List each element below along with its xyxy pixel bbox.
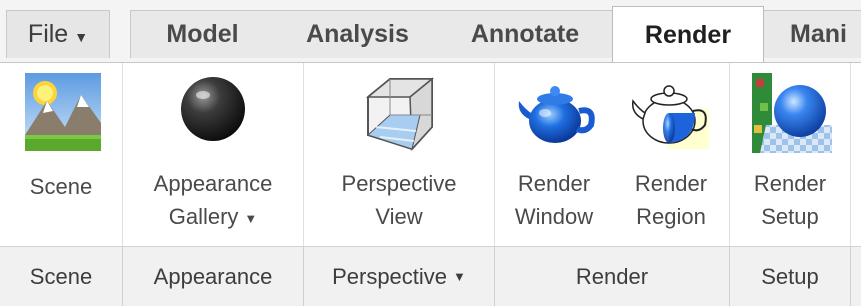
chevron-down-icon: ▼ — [244, 210, 258, 226]
teapot-region-icon — [631, 85, 709, 149]
appearance-gallery-button[interactable]: Appearance Gallery ▼ — [123, 63, 303, 247]
ribbon-tab-strip: File ▼ Model Analysis Annotate Render Ma… — [0, 0, 861, 64]
render-setup-sphere-icon — [752, 73, 832, 153]
group-label-scene: Scene — [29, 263, 93, 289]
render-setup-label: Render Setup — [753, 171, 827, 229]
perspective-view-label: Perspective View — [341, 171, 457, 229]
render-region-label: Render Region — [634, 171, 708, 229]
group-label-render: Render — [575, 263, 649, 289]
group-label-setup: Setup — [761, 263, 819, 289]
teapot-icon — [518, 86, 595, 143]
render-setup-button[interactable]: Render Setup — [730, 63, 850, 247]
tab-render[interactable]: Render — [612, 6, 764, 64]
perspective-cube-icon — [365, 77, 435, 151]
file-menu-button[interactable]: File ▼ — [6, 10, 110, 58]
chevron-down-icon: ▼ — [453, 269, 466, 284]
appearance-sphere-icon — [181, 77, 245, 141]
tab-manikin[interactable]: Mani — [768, 10, 861, 58]
file-menu-label: File — [27, 20, 69, 48]
ribbon-panel: Scene Appearance Gallery ▼ Perspective V… — [0, 62, 861, 247]
group-label-perspective[interactable]: Perspective ▼ — [304, 247, 494, 306]
tab-analysis[interactable]: Analysis — [275, 10, 440, 58]
ribbon-group-bar: Scene Appearance Perspective ▼ Render Se… — [0, 246, 861, 306]
render-window-label: Render Window — [514, 171, 594, 229]
chevron-down-icon: ▼ — [74, 28, 89, 45]
group-label-appearance: Appearance — [153, 263, 273, 289]
scene-button-label: Scene — [29, 174, 93, 199]
render-window-button[interactable]: Render Window — [495, 63, 613, 247]
scene-landscape-icon — [25, 73, 101, 151]
appearance-gallery-label: Appearance Gallery ▼ — [153, 171, 273, 229]
scene-button[interactable]: Scene — [0, 63, 122, 247]
tab-model[interactable]: Model — [130, 10, 275, 58]
render-region-button[interactable]: Render Region — [613, 63, 729, 247]
group-divider — [850, 247, 851, 306]
ribbon-divider — [850, 63, 851, 247]
tab-annotate[interactable]: Annotate — [440, 10, 610, 58]
perspective-view-button[interactable]: Perspective View — [304, 63, 494, 247]
